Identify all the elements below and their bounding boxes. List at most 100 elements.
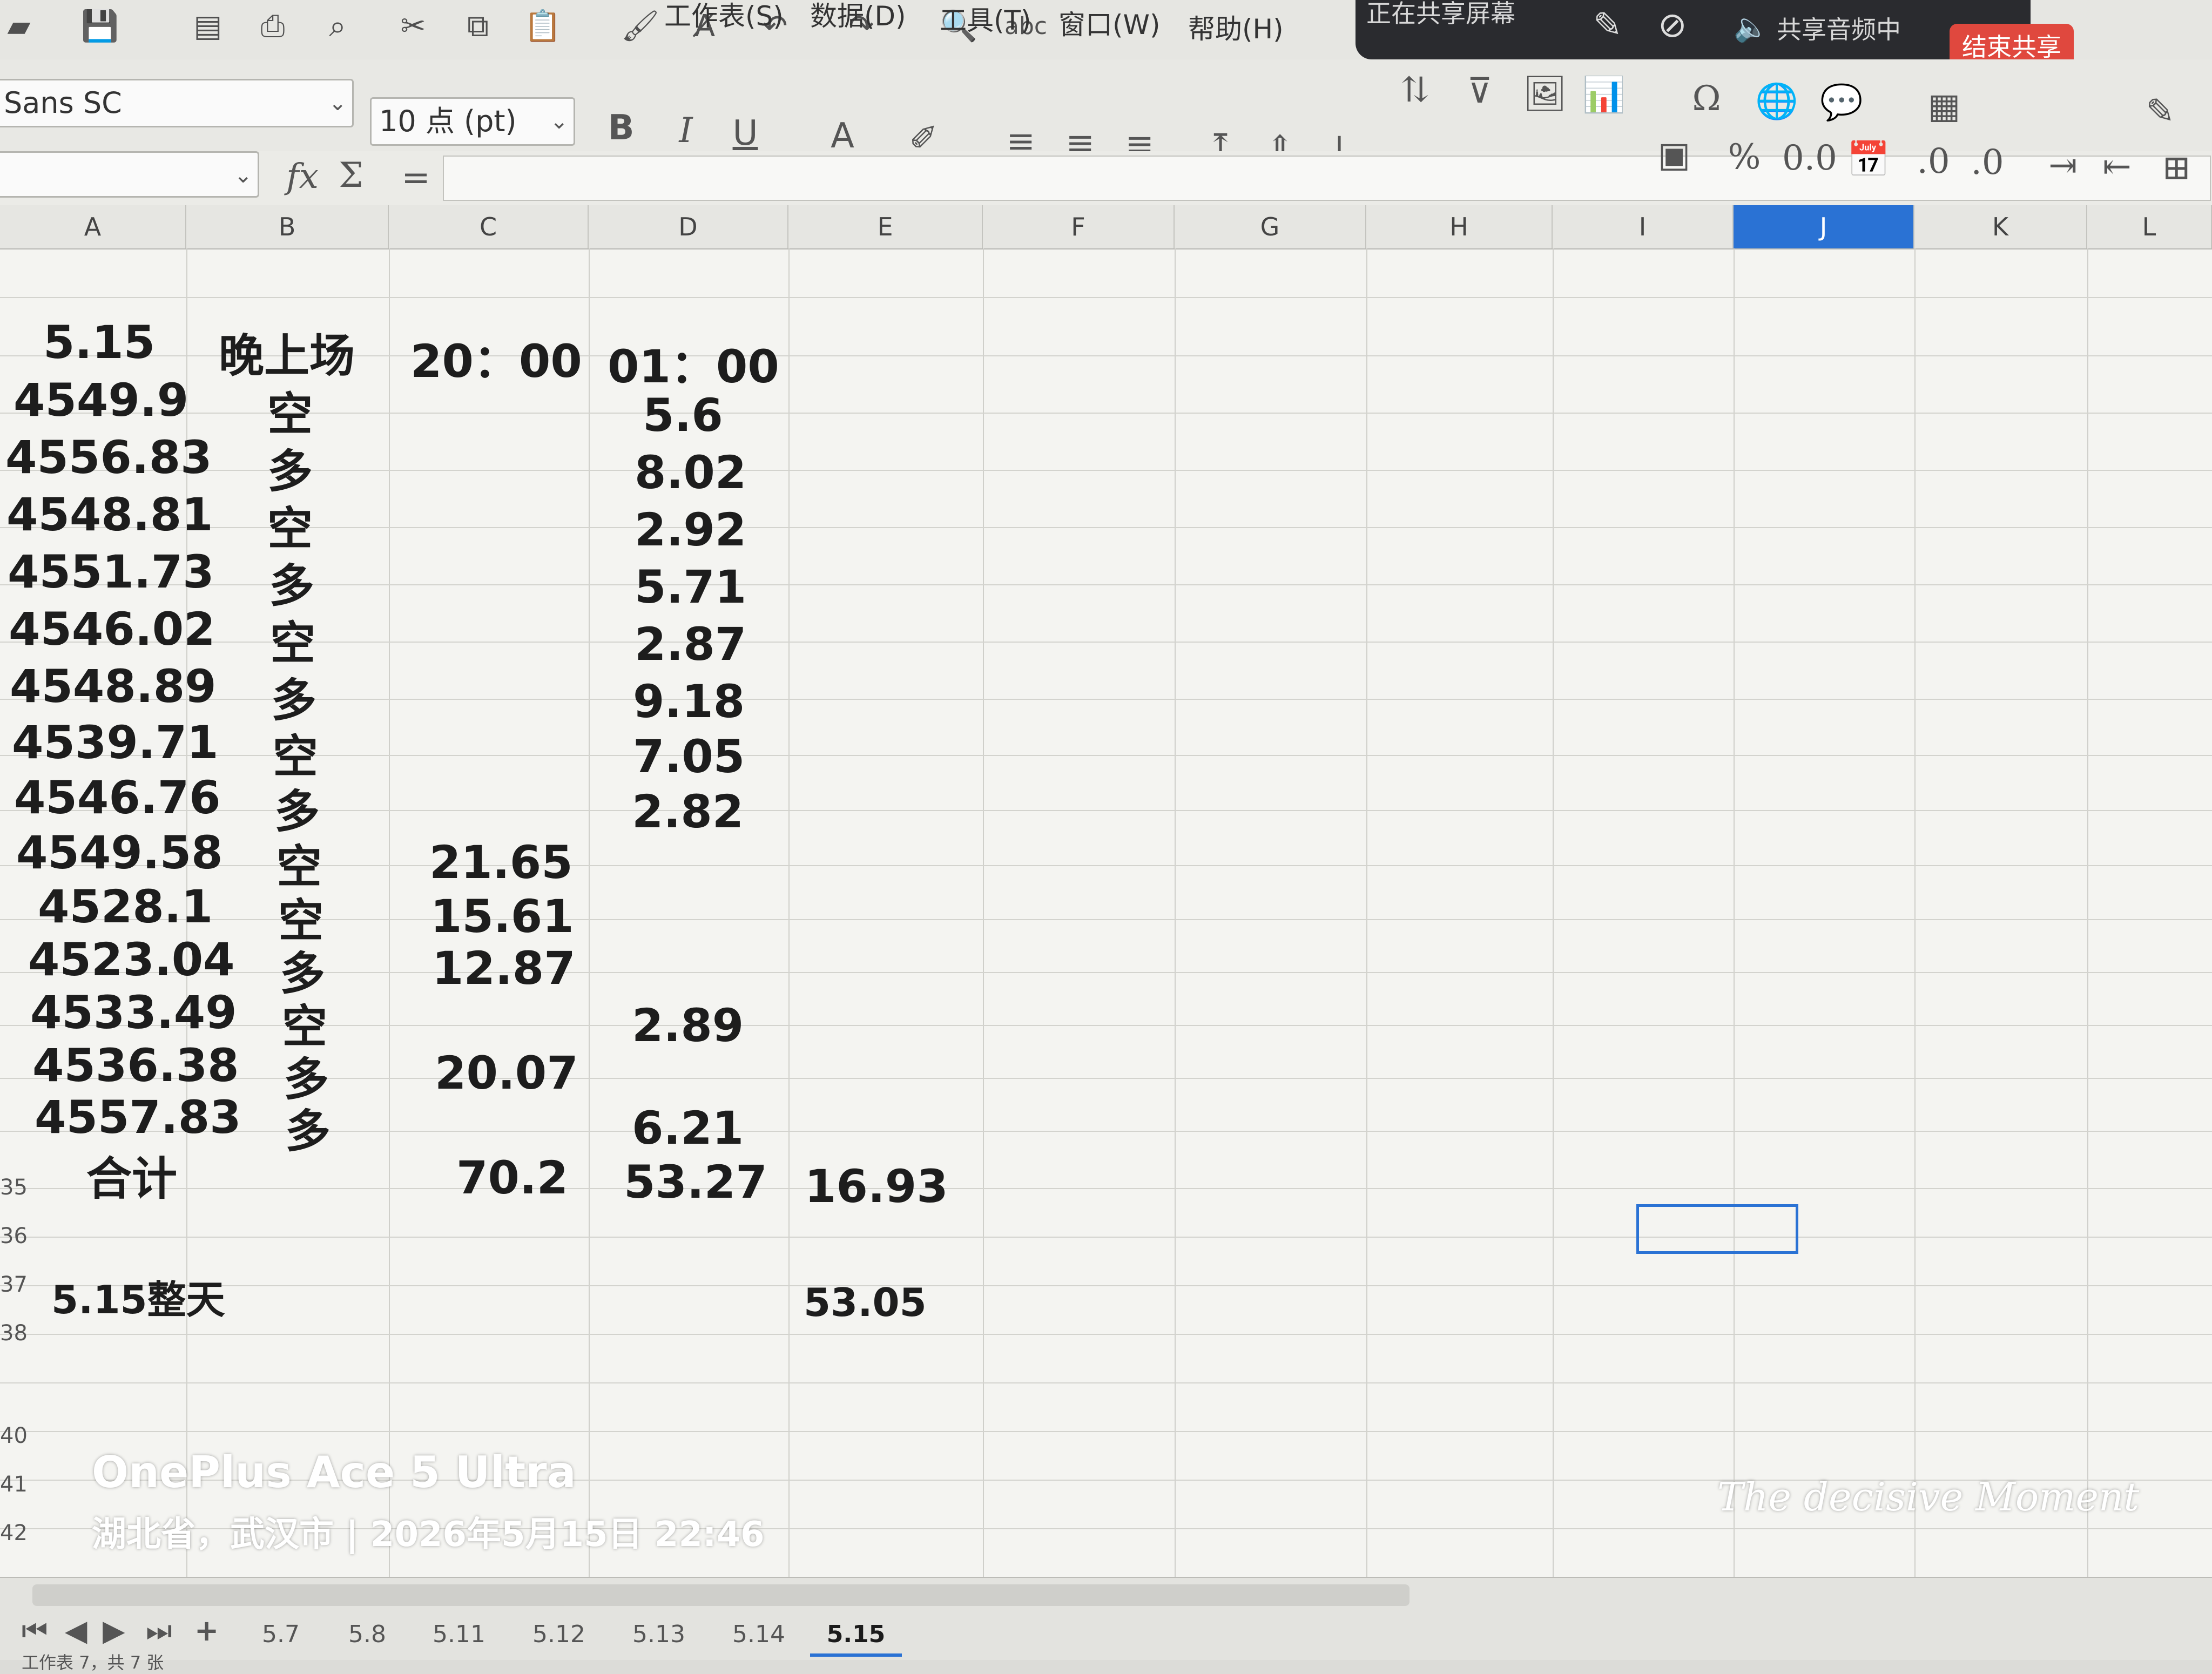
italic-icon[interactable]: I (664, 111, 707, 151)
cell-b[interactable]: 空 (267, 378, 313, 443)
cell-c-start[interactable]: 20：00 (410, 325, 582, 390)
tab-5-12[interactable]: 5.12 (527, 1616, 591, 1653)
total-c[interactable]: 70.2 (456, 1151, 568, 1204)
bold-icon[interactable]: B (599, 108, 643, 148)
paste-icon[interactable]: 📋 (524, 8, 562, 45)
tab-5-8[interactable]: 5.8 (340, 1616, 394, 1653)
hyperlink-icon[interactable]: 🌐 (1755, 81, 1798, 122)
menu-help[interactable]: 帮助(H) (1188, 13, 1284, 51)
row-number[interactable]: 38 (0, 1321, 32, 1346)
cell-d-end[interactable]: 01：00 (608, 330, 779, 396)
edit-icon[interactable]: ✎ (2139, 92, 2182, 132)
spreadsheet-grid[interactable]: A B C D E F G H I J K L 5.15 晚上场 20：00 0… (0, 205, 2212, 1577)
cell-d[interactable]: 8.02 (635, 446, 746, 499)
row-number[interactable]: 35 (0, 1175, 32, 1200)
cell-b[interactable]: 多 (285, 1095, 331, 1160)
decrease-indent-icon[interactable]: ⇤ (2095, 147, 2139, 187)
clone-format-icon[interactable]: 🖌 (621, 8, 659, 45)
add-sheet-icon[interactable]: + (194, 1614, 219, 1648)
column-header-k[interactable]: K (1914, 205, 2087, 248)
column-header-j[interactable]: J (1734, 205, 1914, 248)
delete-decimal-icon[interactable]: .0 (1966, 143, 2009, 183)
tab-5-7[interactable]: 5.7 (254, 1616, 308, 1653)
chevron-down-icon[interactable]: ⌄ (328, 80, 347, 126)
number-format-icon[interactable]: 0.0 (1782, 138, 1837, 178)
chevron-down-icon[interactable]: ⌄ (550, 99, 568, 144)
column-header-h[interactable]: H (1366, 205, 1553, 248)
cell-d[interactable]: 2.92 (635, 503, 746, 556)
cell-d[interactable]: 5.71 (635, 561, 746, 613)
column-header-d[interactable]: D (589, 205, 788, 248)
column-header-i[interactable]: I (1553, 205, 1734, 248)
cell-a-date[interactable]: 5.15 (43, 316, 155, 369)
special-character-icon[interactable]: Ω (1685, 79, 1728, 119)
cell-a[interactable]: 4551.73 (8, 545, 214, 598)
tab-5-13[interactable]: 5.13 (626, 1616, 691, 1653)
previous-sheet-icon[interactable]: ◀ (65, 1614, 87, 1648)
cell-d[interactable]: 9.18 (633, 675, 745, 728)
cell-b[interactable]: 空 (270, 607, 315, 672)
row-number[interactable]: 37 (0, 1272, 32, 1297)
menu-window[interactable]: 窗口(W) (1058, 9, 1160, 46)
cell-a[interactable]: 4548.89 (10, 660, 217, 713)
active-cell-cursor[interactable] (1636, 1204, 1798, 1254)
hide-icon[interactable]: ⊘ (1658, 5, 1687, 45)
cell-d[interactable]: 6.21 (632, 1102, 744, 1155)
column-header-c[interactable]: C (389, 205, 589, 248)
insert-chart-icon[interactable]: 📊 (1582, 75, 1626, 115)
increase-indent-icon[interactable]: ⇥ (2041, 146, 2085, 186)
cell-c[interactable]: 20.07 (435, 1047, 578, 1099)
column-header-b[interactable]: B (186, 205, 389, 248)
cell-a[interactable]: 4546.02 (9, 603, 215, 656)
cell-a[interactable]: 4549.9 (14, 374, 188, 427)
cell-d[interactable]: 7.05 (633, 730, 745, 783)
tab-5-14[interactable]: 5.14 (726, 1616, 791, 1653)
column-header-l[interactable]: L (2087, 205, 2212, 248)
total-d[interactable]: 53.27 (624, 1156, 767, 1209)
total-label[interactable]: 合计 (86, 1143, 177, 1208)
cell-a[interactable]: 4539.71 (12, 716, 219, 769)
tab-5-15[interactable]: 5.15 (810, 1616, 902, 1657)
percent-icon[interactable]: % (1723, 137, 1766, 177)
column-header-g[interactable]: G (1175, 205, 1366, 248)
font-name-box[interactable]: Sans SC ⌄ (0, 79, 354, 127)
open-folder-icon[interactable]: ▰ (0, 8, 38, 45)
copy-icon[interactable]: ⧉ (459, 8, 497, 45)
cell-a[interactable]: 4536.38 (32, 1039, 239, 1092)
borders-icon[interactable]: ⊞ (2155, 148, 2198, 188)
cell-a[interactable]: 4557.83 (35, 1091, 241, 1144)
cut-icon[interactable]: ✂ (394, 8, 432, 45)
column-header-a[interactable]: A (0, 205, 186, 248)
column-header-e[interactable]: E (788, 205, 983, 248)
chevron-down-icon[interactable]: ⌄ (234, 153, 252, 198)
cell-d[interactable]: 2.82 (632, 785, 744, 838)
cell-d[interactable]: 5.6 (643, 389, 723, 442)
underline-icon[interactable]: U (724, 113, 767, 153)
cell-b-session[interactable]: 晚上场 (219, 320, 355, 385)
autofilter-icon[interactable]: ⊽ (1458, 71, 1501, 111)
cell-c[interactable]: 15.61 (430, 890, 574, 943)
formula-equals-icon[interactable]: = (394, 158, 437, 198)
cell-c[interactable]: 12.87 (432, 942, 576, 995)
horizontal-scrollbar[interactable] (32, 1584, 1410, 1606)
cell-c[interactable]: 21.65 (429, 836, 573, 889)
menu-tools[interactable]: 工具(T) (940, 4, 1031, 42)
insert-image-icon[interactable]: 🖼 (1523, 73, 1567, 114)
save-icon[interactable]: 💾 (81, 8, 119, 45)
column-header-f[interactable]: F (983, 205, 1175, 248)
cell-b[interactable]: 多 (269, 550, 314, 615)
cell-d[interactable]: 2.87 (635, 618, 746, 671)
cell-a[interactable]: 4528.1 (38, 880, 213, 933)
add-decimal-icon[interactable]: .0 (1912, 141, 1955, 181)
row-number[interactable]: 42 (0, 1521, 32, 1545)
menu-data[interactable]: 数据(D) (810, 0, 906, 38)
print-preview-icon[interactable]: ⌕ (319, 8, 356, 45)
cell-a[interactable]: 4546.76 (14, 771, 221, 824)
comment-icon[interactable]: 💬 (1820, 82, 1863, 123)
row-number[interactable]: 40 (0, 1423, 32, 1448)
cell-b[interactable]: 多 (267, 435, 313, 501)
export-pdf-icon[interactable]: ▤ (189, 8, 227, 45)
sum-icon[interactable]: Σ (329, 156, 373, 195)
function-wizard-icon[interactable]: fx (281, 157, 324, 197)
row-number[interactable]: 41 (0, 1472, 32, 1497)
